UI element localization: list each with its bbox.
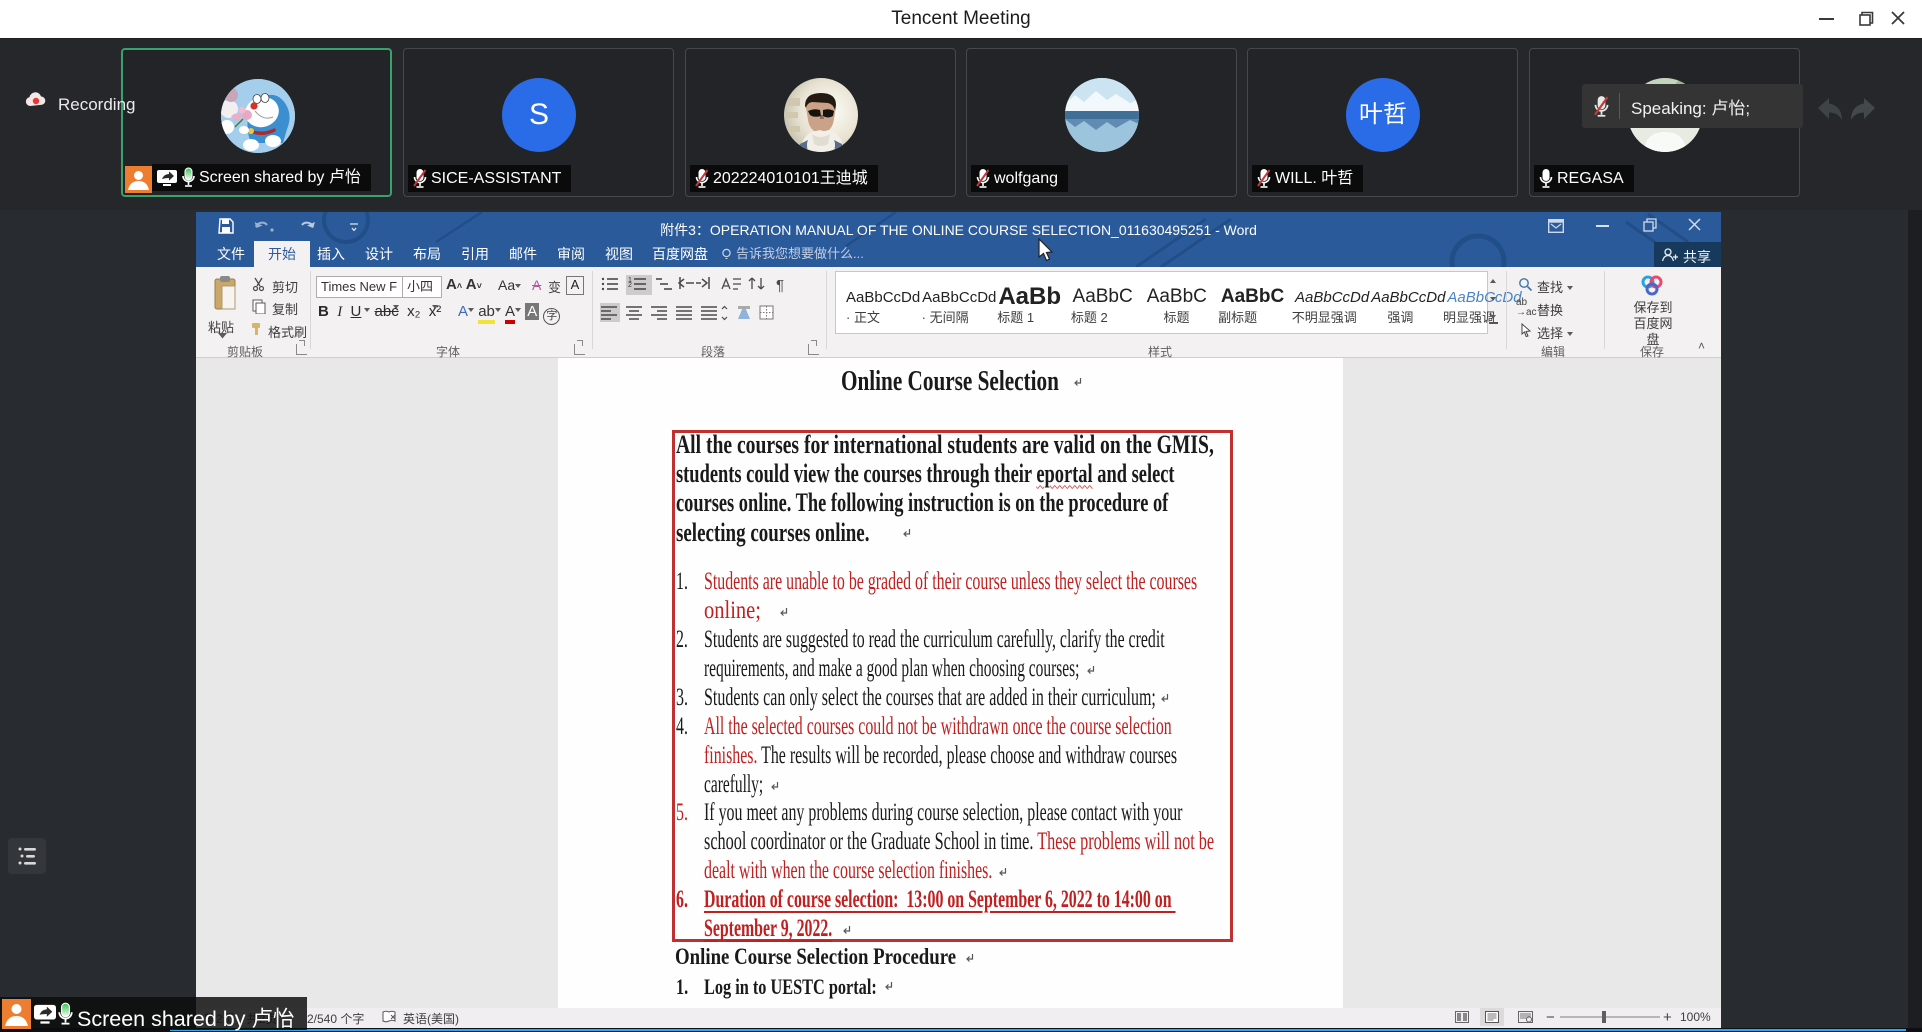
svg-text:¶: ¶ [776,277,784,294]
svg-text:2: 2 [628,282,632,289]
